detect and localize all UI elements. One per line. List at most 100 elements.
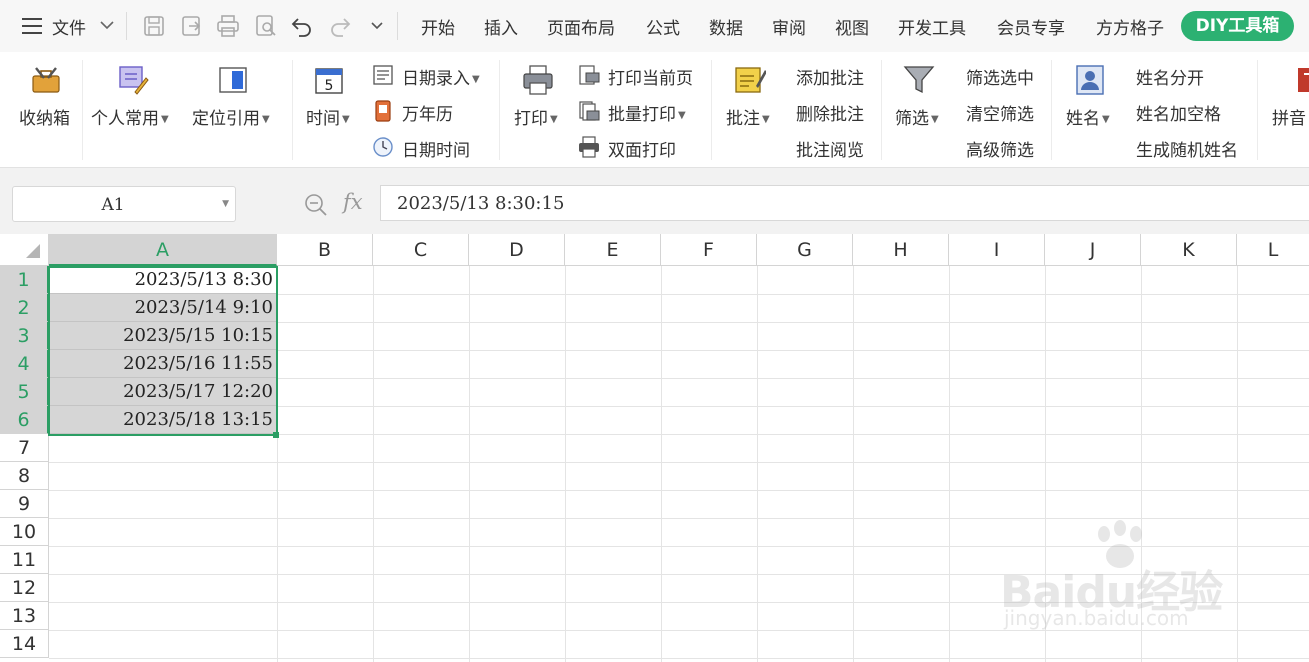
- row-header-9[interactable]: 9: [0, 490, 49, 518]
- read-comment-button[interactable]: 批注阅览: [796, 136, 864, 161]
- chevron-down-icon[interactable]: [100, 20, 114, 30]
- tab-fangfang[interactable]: 方方格子: [1096, 14, 1164, 39]
- comment-label: 批注 ▼: [726, 109, 770, 129]
- chevron-down-icon: ▼: [678, 109, 686, 121]
- row-header-11[interactable]: 11: [0, 546, 49, 574]
- row-header-6[interactable]: 6: [0, 406, 49, 434]
- clear-filter-button[interactable]: 清空筛选: [966, 100, 1034, 125]
- row-header-1[interactable]: 1: [0, 266, 49, 294]
- calendar-icon: 5: [315, 68, 343, 94]
- row-header-13[interactable]: 13: [0, 602, 49, 630]
- row-header-7[interactable]: 7: [0, 434, 49, 462]
- split-name-button[interactable]: 姓名分开: [1136, 64, 1204, 89]
- gridline: [49, 518, 1309, 519]
- cell-a2[interactable]: 2023/5/14 9:10: [49, 294, 277, 322]
- tab-page-layout[interactable]: 页面布局: [547, 14, 615, 39]
- select-all-corner[interactable]: [0, 234, 49, 266]
- name-box[interactable]: A1 ▼: [12, 186, 236, 222]
- chevron-down-icon[interactable]: ▼: [222, 199, 229, 209]
- row-header-8[interactable]: 8: [0, 462, 49, 490]
- row-header-12[interactable]: 12: [0, 574, 49, 602]
- redo-icon[interactable]: [328, 14, 352, 38]
- column-header-h[interactable]: H: [853, 234, 949, 266]
- file-menu[interactable]: 文件: [52, 14, 86, 39]
- filter-selected-button[interactable]: 筛选选中: [966, 64, 1034, 89]
- column-header-c[interactable]: C: [373, 234, 469, 266]
- row-header-4[interactable]: 4: [0, 350, 49, 378]
- tab-review[interactable]: 审阅: [772, 14, 806, 39]
- tab-member[interactable]: 会员专享: [997, 14, 1065, 39]
- add-comment-button[interactable]: 添加批注: [796, 64, 864, 89]
- watermark: Baidu经验 jingyan.baidu.com: [1000, 520, 1250, 640]
- svg-text:5: 5: [325, 78, 334, 94]
- advanced-filter-button[interactable]: 高级筛选: [966, 136, 1034, 161]
- watermark-url: jingyan.baidu.com: [1004, 606, 1189, 630]
- row-header-2[interactable]: 2: [0, 294, 49, 322]
- print-preview-icon[interactable]: [254, 14, 278, 38]
- name-box-value: A1: [101, 195, 125, 215]
- print-current-label: 打印当前页: [608, 69, 693, 89]
- gridline: [49, 434, 1309, 435]
- personal-label: 个人常用 ▼: [91, 109, 169, 129]
- clock-icon: [373, 137, 393, 157]
- fx-icon[interactable]: fx: [343, 190, 363, 214]
- duplex-print-icon: [579, 136, 599, 158]
- column-header-f[interactable]: F: [661, 234, 757, 266]
- column-header-g[interactable]: G: [757, 234, 853, 266]
- row-header-3[interactable]: 3: [0, 322, 49, 350]
- cell-a6[interactable]: 2023/5/18 13:15: [49, 406, 277, 434]
- zoom-icon[interactable]: [303, 192, 329, 218]
- pinyin-label: 拼音: [1272, 109, 1306, 129]
- person-card-icon: [1076, 65, 1104, 95]
- row-header-5[interactable]: 5: [0, 378, 49, 406]
- perpetual-calendar-icon: [375, 100, 391, 122]
- chevron-down-icon: ▼: [550, 113, 558, 125]
- export-icon[interactable]: [180, 14, 204, 38]
- row-header-14[interactable]: 14: [0, 630, 49, 658]
- name-space-button[interactable]: 姓名加空格: [1136, 100, 1221, 125]
- print-icon[interactable]: [216, 14, 240, 38]
- tab-diy-toolbox[interactable]: DIY工具箱: [1181, 11, 1294, 41]
- batch-print-label: 批量打印 ▼: [608, 105, 686, 125]
- gridline: [49, 462, 1309, 463]
- gridline: [49, 658, 1309, 659]
- column-header-k[interactable]: K: [1141, 234, 1237, 266]
- tab-insert[interactable]: 插入: [484, 14, 518, 39]
- column-header-a[interactable]: A: [49, 234, 277, 266]
- column-header-l[interactable]: L: [1237, 234, 1309, 266]
- tab-developer[interactable]: 开发工具: [898, 14, 966, 39]
- random-name-button[interactable]: 生成随机姓名: [1136, 136, 1238, 161]
- chevron-down-icon: ▼: [931, 113, 939, 125]
- row-header-10[interactable]: 10: [0, 518, 49, 546]
- quick-access-dropdown-icon[interactable]: [370, 21, 384, 31]
- column-header-e[interactable]: E: [565, 234, 661, 266]
- cell-a5[interactable]: 2023/5/17 12:20: [49, 378, 277, 406]
- formula-input[interactable]: 2023/5/13 8:30:15: [380, 185, 1309, 221]
- cell-a3[interactable]: 2023/5/15 10:15: [49, 322, 277, 350]
- chevron-down-icon: ▼: [342, 113, 350, 125]
- tab-data[interactable]: 数据: [709, 14, 743, 39]
- undo-icon[interactable]: [290, 14, 314, 38]
- print-current-icon: [579, 65, 600, 85]
- print-label: 打印 ▼: [514, 109, 558, 129]
- fill-handle[interactable]: [273, 432, 279, 438]
- save-icon[interactable]: [142, 14, 166, 38]
- column-header-j[interactable]: J: [1045, 234, 1141, 266]
- date-entry-label: 日期录入 ▼: [402, 69, 480, 89]
- tab-formula[interactable]: 公式: [646, 14, 680, 39]
- chevron-down-icon: ▼: [472, 73, 480, 85]
- column-header-b[interactable]: B: [277, 234, 373, 266]
- tab-home[interactable]: 开始: [421, 14, 455, 39]
- cell-a1[interactable]: 2023/5/13 8:30: [49, 266, 277, 294]
- menu-icon[interactable]: [22, 17, 44, 35]
- time-label: 时间 ▼: [306, 109, 350, 129]
- chevron-down-icon: ▼: [262, 113, 270, 125]
- delete-comment-button[interactable]: 删除批注: [796, 100, 864, 125]
- pinyin-icon: [1298, 68, 1309, 92]
- cell-a4[interactable]: 2023/5/16 11:55: [49, 350, 277, 378]
- column-header-d[interactable]: D: [469, 234, 565, 266]
- comment-icon: [735, 67, 766, 93]
- ribbon: 收纳箱 个人常用 ▼ 定位引用 ▼ 5 时间 ▼ 日期录入 ▼ 万年历 日期时间…: [0, 52, 1309, 168]
- column-header-i[interactable]: I: [949, 234, 1045, 266]
- tab-view[interactable]: 视图: [835, 14, 869, 39]
